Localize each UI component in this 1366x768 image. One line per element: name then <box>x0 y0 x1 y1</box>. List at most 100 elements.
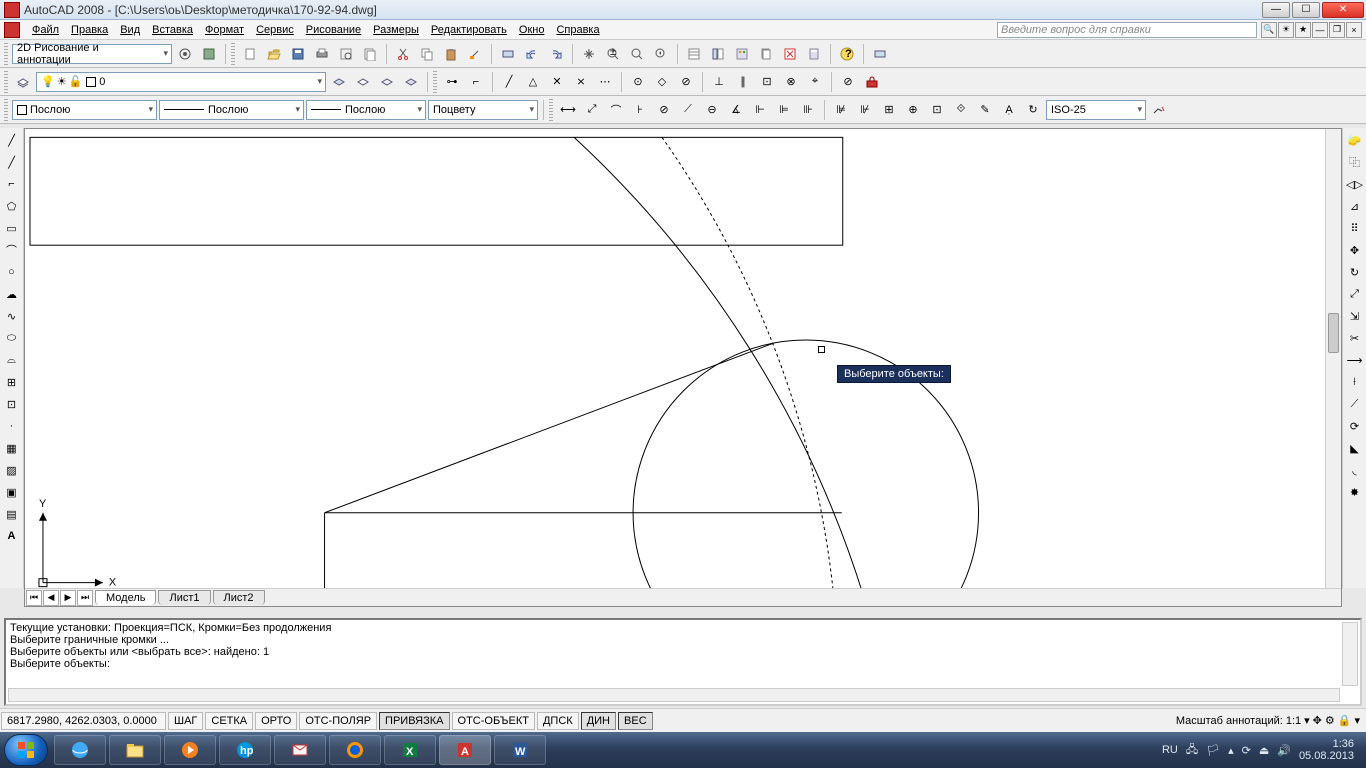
dim-quick-button[interactable]: ⊩ <box>749 99 771 121</box>
coords-readout[interactable]: 6817.2980, 4262.0303, 0.0000 <box>1 712 166 730</box>
drawing-canvas[interactable]: X Y Выберите объекты: ⏮ ◀ ▶ ⏭ Модель Лис… <box>24 128 1342 607</box>
menu-file[interactable]: Файл <box>26 22 65 38</box>
tolerance-button[interactable]: ⊞ <box>878 99 900 121</box>
menu-view[interactable]: Вид <box>114 22 146 38</box>
menu-edit[interactable]: Правка <box>65 22 114 38</box>
array-tool[interactable]: ⠿ <box>1345 218 1365 238</box>
chamfer-tool[interactable]: ◣ <box>1345 438 1365 458</box>
snap-endpoint-button[interactable]: ╱ <box>498 71 520 93</box>
menu-draw[interactable]: Рисование <box>300 22 367 38</box>
dashboard-button[interactable] <box>198 43 220 65</box>
redo-button[interactable] <box>545 43 567 65</box>
layer-isolate-button[interactable] <box>352 71 374 93</box>
xline-tool[interactable]: ╱ <box>2 152 22 172</box>
zoom-window-button[interactable] <box>626 43 648 65</box>
toolbar-grip[interactable] <box>4 71 8 93</box>
dim-ordinate-button[interactable]: ⊦ <box>629 99 651 121</box>
zoom-realtime-button[interactable]: ± <box>602 43 624 65</box>
jogged-linear-button[interactable]: ⟐ <box>950 99 972 121</box>
toggle-snap[interactable]: ШАГ <box>168 712 203 730</box>
tab-layout1[interactable]: Лист1 <box>158 590 210 605</box>
dimstyle-manager-button[interactable] <box>1148 99 1170 121</box>
lineweight-dropdown[interactable]: Послою <box>306 100 426 120</box>
dim-space-button[interactable]: ⊯ <box>830 99 852 121</box>
new-button[interactable] <box>239 43 261 65</box>
snap-tangent-button[interactable]: ⊘ <box>675 71 697 93</box>
tray-network-icon[interactable]: 🖧 <box>1186 741 1198 760</box>
properties-button[interactable] <box>683 43 705 65</box>
dim-radius-button[interactable]: ⊘ <box>653 99 675 121</box>
comm-center-button[interactable]: ☀ <box>1278 22 1294 38</box>
spline-tool[interactable]: ∿ <box>2 306 22 326</box>
snap-from-button[interactable]: ⌐ <box>465 71 487 93</box>
task-word[interactable]: W <box>494 735 546 765</box>
menu-help[interactable]: Справка <box>550 22 605 38</box>
linetype-dropdown[interactable]: Послою <box>159 100 304 120</box>
mirror-tool[interactable]: ◁▷ <box>1345 174 1365 194</box>
help-button[interactable]: ? <box>836 43 858 65</box>
menu-dimension[interactable]: Размеры <box>367 22 425 38</box>
help-search-input[interactable] <box>997 22 1257 38</box>
trim-tool[interactable]: ✂ <box>1345 328 1365 348</box>
inspection-button[interactable]: ⊡ <box>926 99 948 121</box>
snap-node-button[interactable]: ⊗ <box>780 71 802 93</box>
tray-lang[interactable]: RU <box>1162 744 1178 756</box>
app-menu-icon[interactable] <box>4 22 20 38</box>
block-editor-button[interactable] <box>497 43 519 65</box>
tray-usb-icon[interactable]: ⏏ <box>1259 744 1269 757</box>
copy-tool[interactable]: ⿻ <box>1345 152 1365 172</box>
region-tool[interactable]: ▣ <box>2 482 22 502</box>
doc-min-button[interactable]: — <box>1312 22 1328 38</box>
doc-restore-button[interactable]: ❐ <box>1329 22 1345 38</box>
toolbar-grip[interactable] <box>549 99 553 121</box>
lock-icon[interactable]: 🔒 <box>1338 714 1352 727</box>
sheet-prev-button[interactable]: ◀ <box>43 590 59 606</box>
explode-tool[interactable]: ✸ <box>1345 482 1365 502</box>
snap-extension-button[interactable]: ⋯ <box>594 71 616 93</box>
task-wmp[interactable] <box>164 735 216 765</box>
plot-preview-button[interactable] <box>335 43 357 65</box>
print-button[interactable] <box>311 43 333 65</box>
match-properties-button[interactable] <box>464 43 486 65</box>
task-ie[interactable] <box>54 735 106 765</box>
toolbar-grip[interactable] <box>231 43 235 65</box>
dim-arc-button[interactable]: ⌒ <box>605 99 627 121</box>
minimize-button[interactable]: — <box>1262 2 1290 18</box>
layer-states-button[interactable] <box>869 43 891 65</box>
snap-center-button[interactable]: ⊙ <box>627 71 649 93</box>
toolbar-grip[interactable] <box>4 43 8 65</box>
toolbar-grip[interactable] <box>4 99 8 121</box>
break-tool[interactable]: ⟋ <box>1345 394 1365 414</box>
layer-states-button[interactable] <box>400 71 422 93</box>
maximize-button[interactable]: ☐ <box>1292 2 1320 18</box>
publish-button[interactable] <box>359 43 381 65</box>
task-autocad[interactable]: A <box>439 735 491 765</box>
tool-palettes-button[interactable] <box>731 43 753 65</box>
layer-previous-button[interactable] <box>328 71 350 93</box>
sheet-first-button[interactable]: ⏮ <box>26 590 42 606</box>
layer-match-button[interactable] <box>376 71 398 93</box>
erase-tool[interactable]: 🧽 <box>1345 130 1365 150</box>
markup-set-button[interactable] <box>779 43 801 65</box>
insert-block-tool[interactable]: ⊞ <box>2 372 22 392</box>
dim-diameter-button[interactable]: ⊖ <box>701 99 723 121</box>
plotstyle-dropdown[interactable]: Поцвету <box>428 100 538 120</box>
dim-aligned-button[interactable]: ⤢ <box>581 99 603 121</box>
minimize-doc-button[interactable]: 🔍 <box>1261 22 1277 38</box>
tray-settings-icon[interactable]: ▾ <box>1354 714 1360 727</box>
dim-baseline-button[interactable]: ⊫ <box>773 99 795 121</box>
ellipse-arc-tool[interactable]: ⌓ <box>2 350 22 370</box>
dim-text-edit-button[interactable]: Ạ <box>998 99 1020 121</box>
toggle-dyn[interactable]: ДИН <box>581 712 616 730</box>
favorites-button[interactable]: ★ <box>1295 22 1311 38</box>
extend-tool[interactable]: ⟶ <box>1345 350 1365 370</box>
sheet-next-button[interactable]: ▶ <box>60 590 76 606</box>
color-dropdown[interactable]: Послою <box>12 100 157 120</box>
snap-apparent-button[interactable]: ⨯ <box>570 71 592 93</box>
workspace-settings-button[interactable] <box>174 43 196 65</box>
task-hp[interactable]: hp <box>219 735 271 765</box>
dim-break-button[interactable]: ⊮ <box>854 99 876 121</box>
snap-midpoint-button[interactable]: △ <box>522 71 544 93</box>
cut-button[interactable] <box>392 43 414 65</box>
open-button[interactable] <box>263 43 285 65</box>
